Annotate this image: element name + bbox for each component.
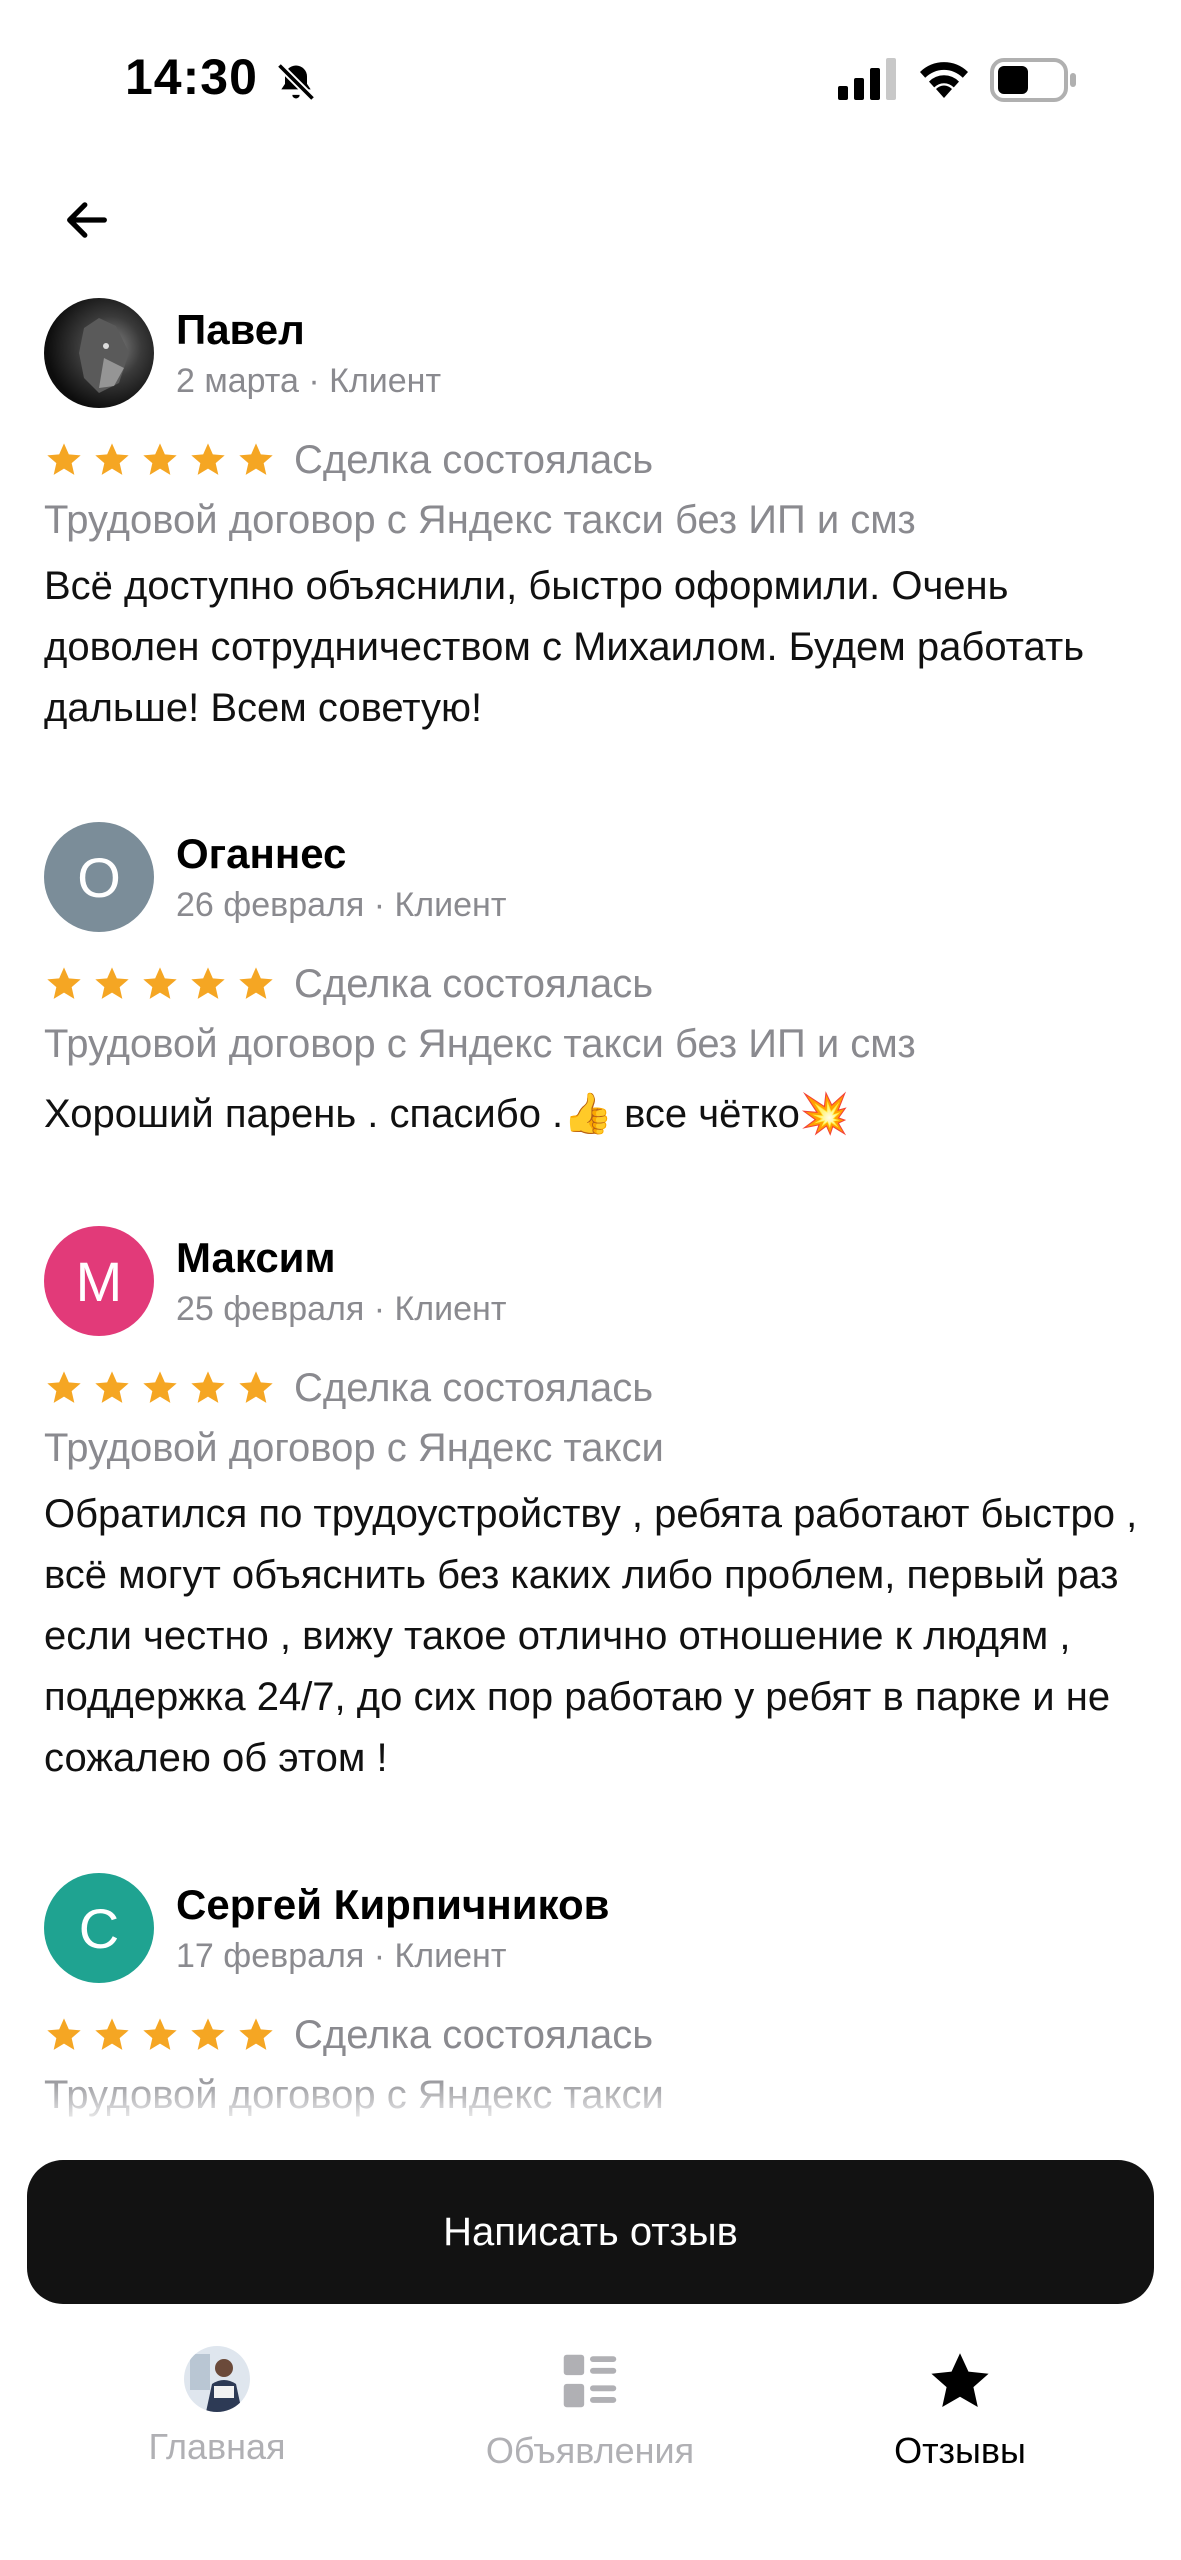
tab-home[interactable]: Главная — [87, 2346, 347, 2476]
rating-row: Сделка состоялась — [44, 2005, 653, 2065]
avatar[interactable]: М — [44, 1226, 154, 1336]
star-icon — [931, 2353, 989, 2407]
bell-muted-icon — [276, 62, 316, 102]
reviewer-name: Павел — [176, 306, 305, 353]
reviewer-name: Оганнес — [176, 830, 347, 877]
star-icon — [95, 967, 129, 999]
star-icon — [191, 443, 225, 475]
rating-stars — [44, 1368, 276, 1408]
star-icon — [95, 2018, 129, 2050]
star-icon — [47, 443, 81, 475]
reviewer-name: Максим — [176, 1234, 336, 1281]
tab-ads[interactable]: Объявления — [460, 2346, 720, 2476]
wifi-icon — [920, 62, 968, 98]
rating-stars — [44, 440, 276, 480]
star-icon — [143, 443, 177, 475]
reviewer-name: Сергей Кирпичников — [176, 1881, 610, 1928]
star-icon — [239, 2018, 273, 2050]
tab-reviews-label: Отзывы — [894, 2430, 1026, 2471]
review-text: Обратился по трудоустройству , ребята ра… — [44, 1492, 1138, 1780]
review-service: Трудовой договор с Яндекс такси — [44, 2073, 664, 2117]
avatar-letter: М — [75, 1249, 123, 1313]
avatar-letter: О — [77, 845, 121, 909]
avatar[interactable]: О — [44, 822, 154, 932]
tab-ads-label: Объявления — [485, 2430, 695, 2471]
arrow-left-icon — [67, 202, 107, 238]
star-icon — [47, 967, 81, 999]
avatar-letter: С — [78, 1896, 120, 1960]
star-icon — [239, 1371, 273, 1403]
bottom-panel: Написать отзыв Главная Объявления Отзывы — [0, 2130, 1181, 2560]
deal-status: Сделка состоялась — [294, 437, 654, 482]
rating-stars — [44, 964, 276, 1004]
star-icon — [191, 1371, 225, 1403]
deal-status: Сделка состоялась — [294, 961, 654, 1006]
review-meta: 25 февраля · Клиент — [176, 1290, 507, 1328]
wolf-photo-icon — [79, 318, 129, 393]
star-icon — [239, 967, 273, 999]
star-icon — [191, 967, 225, 999]
review-text: Хороший парень . спасибо .👍 все чётко💥 — [44, 1092, 850, 1136]
star-icon — [47, 1371, 81, 1403]
review-meta: 2 марта · Клиент — [176, 362, 442, 400]
profile-photo-icon — [184, 2346, 250, 2412]
avatar[interactable]: С — [44, 1873, 154, 1983]
star-icon — [143, 1371, 177, 1403]
rating-row: Сделка состоялась — [44, 430, 653, 490]
rating-row: Сделка состоялась — [44, 954, 653, 1014]
star-icon — [239, 443, 273, 475]
rating-stars — [44, 2015, 276, 2055]
write-review-button[interactable]: Написать отзыв — [27, 2160, 1154, 2304]
star-icon — [143, 967, 177, 999]
rating-row: Сделка состоялась — [44, 1358, 653, 1418]
battery-icon — [990, 58, 1076, 102]
listings-icon — [563, 2354, 617, 2408]
star-icon — [143, 2018, 177, 2050]
review-meta: 17 февраля · Клиент — [176, 1937, 507, 1975]
star-icon — [95, 1371, 129, 1403]
star-icon — [95, 443, 129, 475]
back-button[interactable] — [52, 185, 122, 255]
star-icon — [47, 2018, 81, 2050]
avatar[interactable] — [44, 298, 154, 408]
deal-status: Сделка состоялась — [294, 1365, 654, 1410]
review-service: Трудовой договор с Яндекс такси без ИП и… — [44, 1022, 916, 1066]
tab-reviews[interactable]: Отзывы — [830, 2346, 1090, 2476]
status-bar: 14:30 — [0, 0, 1181, 160]
review-service: Трудовой договор с Яндекс такси без ИП и… — [44, 498, 916, 542]
cellular-signal-icon — [838, 58, 896, 100]
star-icon — [191, 2018, 225, 2050]
review-meta: 26 февраля · Клиент — [176, 886, 507, 924]
status-time: 14:30 — [125, 49, 258, 105]
tab-home-label: Главная — [148, 2426, 286, 2467]
deal-status: Сделка состоялась — [294, 2012, 654, 2057]
review-service: Трудовой договор с Яндекс такси — [44, 1426, 664, 1470]
review-text: Всё доступно объяснили, быстро оформили.… — [44, 564, 1085, 730]
